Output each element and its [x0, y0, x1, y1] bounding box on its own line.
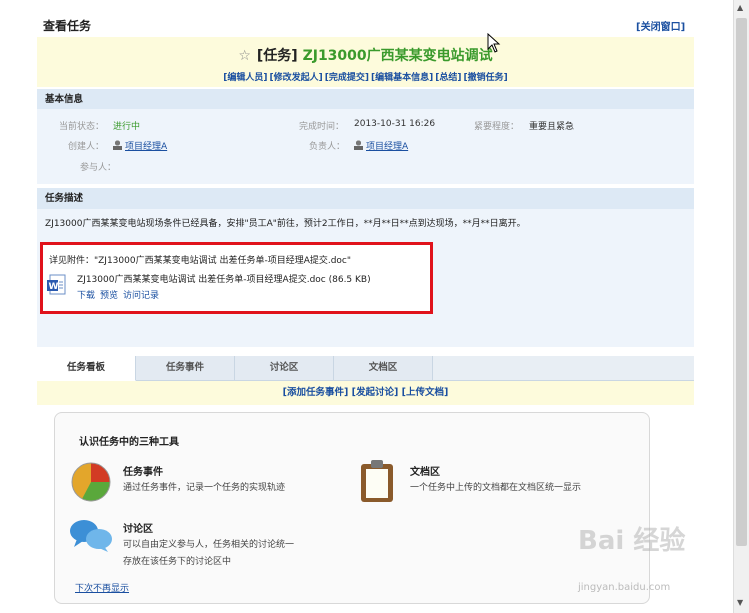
tab-task-events[interactable]: 任务事件 [136, 356, 235, 380]
attachment-intro: 详见附件："ZJ13000广西某某变电站调试 出差任务单-项目经理A提交.doc… [49, 256, 352, 266]
doc-tool-title: 文档区 [410, 467, 440, 478]
download-link[interactable]: 下载 [77, 291, 95, 301]
clipboard-icon [361, 460, 393, 502]
participants-label: 参与人： [80, 163, 117, 173]
user-icon [354, 140, 363, 150]
attachment-highlight-box: 详见附件："ZJ13000广西某某变电站调试 出差任务单-项目经理A提交.doc… [40, 242, 433, 314]
tools-title: 认识任务中的三种工具 [79, 437, 179, 448]
task-action-links: [编辑人员] [修改发起人] [完成提交] [编辑基本信息] [总结] [撤销任务] [37, 70, 694, 83]
basic-info-panel: 当前状态： 进行中 完成时间： 2013-10-31 16:26 紧要程度： 重… [37, 109, 694, 184]
attachment-links: 下载 预览 访问记录 [77, 288, 164, 301]
star-icon[interactable]: ☆ [238, 48, 251, 64]
user-icon [113, 140, 122, 150]
access-log-link[interactable]: 访问记录 [123, 291, 159, 301]
owner-name[interactable]: 项目经理A [366, 142, 408, 152]
discussion-tool-title: 讨论区 [123, 524, 153, 535]
creator-label: 创建人： [68, 142, 105, 152]
cancel-task-link[interactable]: [撤销任务] [463, 73, 507, 83]
basic-info-heading: 基本信息 [37, 89, 694, 111]
creator-name[interactable]: 项目经理A [125, 142, 167, 152]
task-name: ZJ13000广西某某变电站调试 [302, 48, 493, 64]
done-time-label: 完成时间： [299, 122, 345, 132]
creator-link[interactable]: 项目经理A [113, 139, 167, 152]
status-label: 当前状态： [59, 122, 105, 132]
close-window-link[interactable]: [关闭窗口] [636, 18, 685, 33]
description-heading: 任务描述 [37, 188, 694, 210]
chat-bubbles-icon [70, 520, 112, 552]
pie-chart-icon [71, 462, 111, 502]
tools-intro-panel: 认识任务中的三种工具 任务事件 通过任务事件，记录一个任务的实现轨迹 文档区 一… [54, 412, 650, 604]
discussion-tool-desc-1: 可以自由定义参与人，任务相关的讨论统一 [123, 540, 295, 550]
scroll-up-icon[interactable]: ▲ [737, 3, 743, 12]
page-title: 查看任务 [43, 19, 92, 33]
complete-submit-link[interactable]: [完成提交] [325, 73, 369, 83]
word-doc-icon: W [47, 274, 66, 295]
urgency-value: 重要且紧急 [529, 122, 575, 132]
watermark-url: jingyan.baidu.com [578, 582, 671, 593]
event-tool-desc: 通过任务事件，记录一个任务的实现轨迹 [123, 483, 286, 493]
edit-members-link[interactable]: [编辑人员] [223, 73, 267, 83]
event-tool-title: 任务事件 [123, 467, 163, 478]
done-time-value: 2013-10-31 16:26 [354, 119, 436, 129]
task-header: ☆ [任务] ZJ13000广西某某变电站调试 [编辑人员] [修改发起人] [完成提… [37, 37, 694, 87]
scroll-thumb[interactable] [736, 18, 747, 546]
description-text: ZJ13000广西某某变电站现场条件已经具备，安排"员工A"前往，预计2工作日，… [45, 219, 526, 229]
tab-documents[interactable]: 文档区 [334, 356, 433, 380]
owner-link[interactable]: 项目经理A [354, 139, 408, 152]
tab-task-board[interactable]: 任务看板 [37, 356, 136, 381]
summary-link[interactable]: [总结] [435, 73, 461, 83]
urgency-label: 紧要程度： [474, 122, 520, 132]
tab-action-links[interactable]: [添加任务事件] [发起讨论] [上传文档] [37, 381, 694, 405]
dont-show-again-link[interactable]: 下次不再显示 [75, 581, 129, 594]
attachment-file-name: ZJ13000广西某某变电站调试 出差任务单-项目经理A提交.doc (86.5… [77, 275, 371, 285]
preview-link[interactable]: 预览 [100, 291, 118, 301]
tab-discussion[interactable]: 讨论区 [235, 356, 334, 380]
discussion-tool-desc-2: 存放在该任务下的讨论区中 [123, 557, 232, 567]
status-value: 进行中 [113, 122, 141, 132]
baidu-watermark: Bai 经验 [578, 526, 686, 556]
scroll-down-icon[interactable]: ▼ [737, 598, 743, 607]
task-heading: ☆ [任务] ZJ13000广西某某变电站调试 [37, 45, 694, 65]
svg-text:W: W [49, 282, 59, 292]
task-tabs: 任务看板 任务事件 讨论区 文档区 [37, 356, 694, 381]
edit-basic-info-link[interactable]: [编辑基本信息] [371, 73, 433, 83]
owner-label: 负责人： [309, 142, 346, 152]
doc-tool-desc: 一个任务中上传的文档都在文档区统一显示 [410, 483, 582, 493]
task-prefix: [任务] [256, 48, 298, 64]
change-initiator-link[interactable]: [修改发起人] [270, 73, 323, 83]
mouse-cursor-icon [487, 33, 501, 53]
vertical-scrollbar[interactable]: ▲ ▼ [733, 0, 749, 613]
